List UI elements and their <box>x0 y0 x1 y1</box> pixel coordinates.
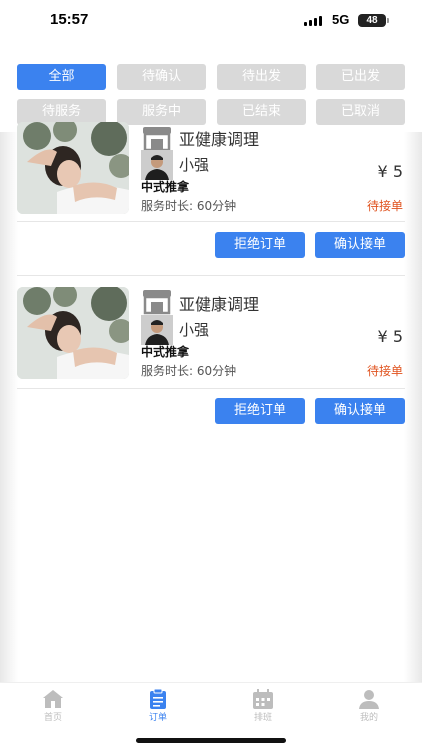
staff-name: 小强 <box>179 156 210 174</box>
nav-label: 订单 <box>148 713 167 723</box>
order-status: 待接单 <box>366 364 403 378</box>
order-list: 亚健康调理 小强 ¥ 5 中式推拿 服务时长: 60分钟 待接单 拒绝订单 确认… <box>0 122 422 682</box>
service-duration: 服务时长: 60分钟 <box>141 364 237 378</box>
tab-all[interactable]: 全部 <box>17 64 106 90</box>
order-status: 待接单 <box>366 199 403 213</box>
service-photo <box>17 287 129 379</box>
nav-label: 排班 <box>253 713 272 723</box>
service-name: 中式推拿 <box>141 180 190 194</box>
staff-avatar <box>141 150 173 180</box>
staff-avatar <box>141 315 173 345</box>
order-icon <box>150 689 166 709</box>
order-price: ¥ 5 <box>377 162 403 181</box>
battery-tip <box>387 18 389 23</box>
order-price: ¥ 5 <box>377 327 403 346</box>
accept-order-button[interactable]: 确认接单 <box>315 398 405 424</box>
signal-icon <box>304 16 326 26</box>
battery-icon: 48 <box>358 14 386 27</box>
staff-name: 小强 <box>179 321 210 339</box>
network-type: 5G <box>332 12 350 27</box>
shop-icon <box>143 127 171 152</box>
order-filter-tabs: 全部 待确认 待出发 已出发 待服务 服务中 已结束 已取消 <box>17 64 407 126</box>
nav-profile[interactable]: 我的 <box>339 687 399 727</box>
nav-home[interactable]: 首页 <box>23 687 83 727</box>
card-separator <box>17 275 405 276</box>
accept-order-button[interactable]: 确认接单 <box>315 232 405 258</box>
nav-label: 首页 <box>43 713 62 723</box>
divider <box>17 221 405 222</box>
home-icon <box>43 690 63 708</box>
service-name: 中式推拿 <box>141 345 190 359</box>
service-photo <box>17 122 129 214</box>
divider <box>17 388 405 389</box>
home-indicator[interactable] <box>136 738 286 743</box>
status-bar: 15:57 5G 48 <box>0 0 422 44</box>
user-icon <box>359 690 379 709</box>
shop-name: 亚健康调理 <box>179 130 260 149</box>
service-duration: 服务时长: 60分钟 <box>141 199 237 213</box>
reject-order-button[interactable]: 拒绝订单 <box>215 398 305 424</box>
nav-schedule[interactable]: 排班 <box>233 687 293 727</box>
clock: 15:57 <box>50 11 89 28</box>
shop-name: 亚健康调理 <box>179 295 260 314</box>
shop-icon <box>143 290 171 315</box>
tab-departed[interactable]: 已出发 <box>316 64 405 90</box>
nav-orders[interactable]: 订单 <box>128 687 188 727</box>
calendar-icon <box>253 689 273 709</box>
tab-pending-confirm[interactable]: 待确认 <box>117 64 206 90</box>
order-card[interactable]: 亚健康调理 小强 ¥ 5 中式推拿 服务时长: 60分钟 待接单 拒绝订单 确认… <box>17 287 405 427</box>
reject-order-button[interactable]: 拒绝订单 <box>215 232 305 258</box>
order-card[interactable]: 亚健康调理 小强 ¥ 5 中式推拿 服务时长: 60分钟 待接单 拒绝订单 确认… <box>17 122 405 262</box>
tab-pending-depart[interactable]: 待出发 <box>217 64 306 90</box>
nav-label: 我的 <box>359 713 378 723</box>
